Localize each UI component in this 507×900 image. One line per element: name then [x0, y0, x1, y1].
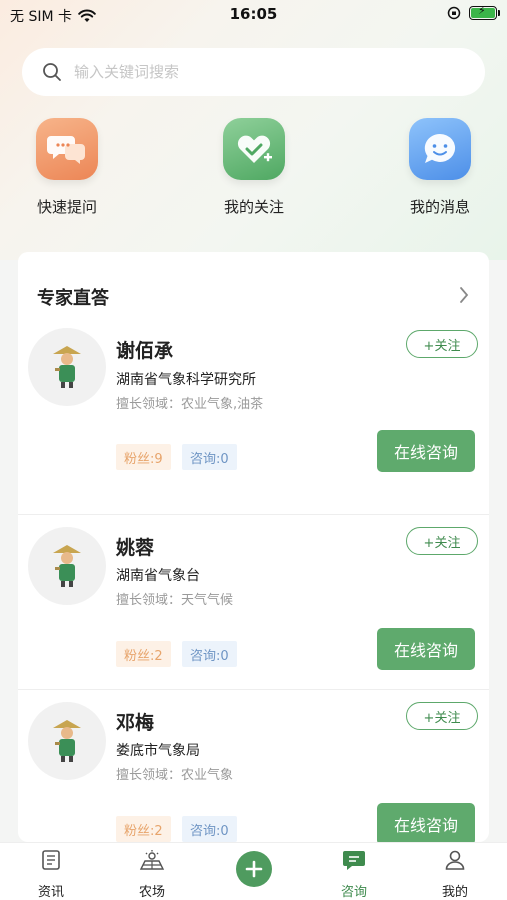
- farmer-avatar-icon: [53, 346, 81, 388]
- tab-profile-label: 我的: [441, 885, 468, 900]
- farmer-avatar-icon: [53, 720, 81, 762]
- tab-consult-label: 咨询: [340, 885, 367, 900]
- tab-news-label: 资讯: [37, 885, 64, 900]
- consult-count-badge: 咨询:0: [182, 816, 237, 842]
- status-time: 16:05: [229, 5, 278, 23]
- chevron-right-icon[interactable]: [459, 286, 469, 304]
- online-consult-button[interactable]: 在线咨询: [377, 628, 475, 670]
- search-bar[interactable]: [22, 48, 485, 96]
- quick-ask-label: 快速提问: [36, 198, 97, 216]
- expert-name: 谢佰承: [116, 340, 174, 362]
- document-icon: [42, 850, 60, 870]
- consult-count-badge: 咨询:0: [182, 444, 237, 470]
- follow-button[interactable]: +关注: [406, 527, 478, 555]
- search-input[interactable]: [74, 63, 454, 81]
- experts-card: 专家直答 谢佰承 湖南省气象科学研究所 擅长领域：农业气象,油茶 +关注 粉丝:…: [18, 252, 489, 842]
- my-messages-button[interactable]: 我的消息: [385, 118, 495, 217]
- follow-button[interactable]: +关注: [406, 330, 478, 358]
- fans-badge: 粉丝:2: [116, 641, 171, 667]
- fans-badge: 粉丝:2: [116, 816, 171, 842]
- tab-news[interactable]: 资讯: [16, 849, 86, 900]
- section-title: 专家直答: [37, 288, 109, 309]
- plus-icon: [245, 860, 263, 878]
- orientation-lock-icon: [447, 6, 461, 20]
- avatar: [28, 527, 106, 605]
- tab-farm-label: 农场: [138, 885, 165, 900]
- online-consult-button[interactable]: 在线咨询: [377, 803, 475, 842]
- status-bar: 无 SIM 卡 16:05 ⚡: [0, 0, 507, 30]
- expert-field: 擅长领域：天气气候: [116, 593, 234, 608]
- message-smile-icon: [409, 118, 471, 180]
- expert-name: 姚蓉: [116, 537, 155, 559]
- consult-chat-icon: [343, 851, 365, 870]
- expert-field: 擅长领域：农业气象: [116, 768, 234, 783]
- farm-icon: [139, 850, 165, 870]
- expert-card[interactable]: 谢佰承 湖南省气象科学研究所 擅长领域：农业气象,油茶 +关注 粉丝:9 咨询:…: [18, 328, 489, 515]
- expert-card[interactable]: 姚蓉 湖南省气象台 擅长领域：天气气候 +关注 粉丝:2 咨询:0 在线咨询: [18, 515, 489, 690]
- fans-badge: 粉丝:9: [116, 444, 171, 470]
- battery-icon: ⚡: [469, 4, 500, 20]
- farmer-avatar-icon: [53, 545, 81, 587]
- tab-profile[interactable]: 我的: [420, 849, 490, 900]
- avatar: [28, 702, 106, 780]
- expert-org: 娄底市气象局: [116, 743, 200, 759]
- online-consult-button[interactable]: 在线咨询: [377, 430, 475, 472]
- quick-actions: 快速提问 我的关注 我的消息: [0, 118, 507, 228]
- expert-org: 湖南省气象科学研究所: [116, 372, 256, 388]
- status-right: ⚡: [447, 4, 500, 20]
- my-follows-label: 我的关注: [223, 198, 284, 216]
- follow-button[interactable]: +关注: [406, 702, 478, 730]
- expert-org: 湖南省气象台: [116, 568, 200, 584]
- expert-name: 邓梅: [116, 712, 155, 734]
- tab-consult[interactable]: 咨询: [319, 849, 389, 900]
- my-messages-label: 我的消息: [409, 198, 470, 216]
- expert-field: 擅长领域：农业气象,油茶: [116, 397, 264, 412]
- avatar: [28, 328, 106, 406]
- heart-plus-icon: [223, 118, 285, 180]
- chat-bubbles-icon: [36, 118, 98, 180]
- experts-header[interactable]: 专家直答: [18, 252, 489, 340]
- tab-farm[interactable]: 农场: [117, 849, 187, 900]
- consult-count-badge: 咨询:0: [182, 641, 237, 667]
- user-icon: [445, 850, 465, 870]
- bottom-tab-bar: 资讯 农场 咨询 我的: [0, 842, 507, 900]
- add-button[interactable]: [236, 851, 272, 887]
- my-follows-button[interactable]: 我的关注: [199, 118, 309, 217]
- quick-ask-button[interactable]: 快速提问: [12, 118, 122, 217]
- search-icon: [43, 63, 61, 81]
- expert-card[interactable]: 邓梅 娄底市气象局 擅长领域：农业气象 +关注 粉丝:2 咨询:0 在线咨询: [18, 690, 489, 842]
